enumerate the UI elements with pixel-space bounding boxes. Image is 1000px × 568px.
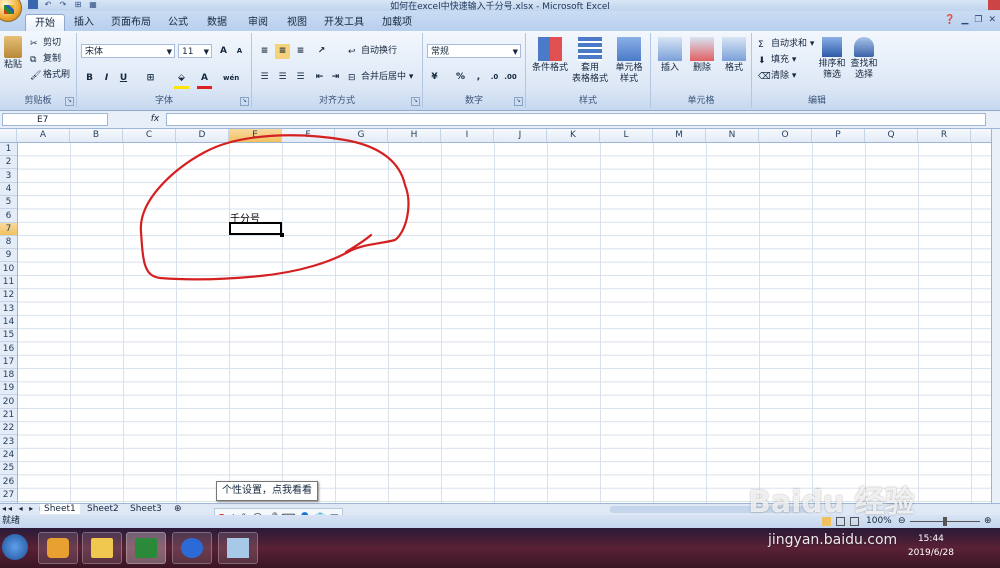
status-mode: 就绪 (2, 516, 21, 526)
sheet-tab-3[interactable]: Sheet3 (126, 504, 166, 514)
taskbar-excel[interactable] (126, 532, 166, 564)
vertical-scrollbar[interactable] (991, 129, 1000, 503)
start-button[interactable] (2, 534, 28, 560)
ime-tooltip: 个性设置，点我看看 (216, 481, 318, 501)
new-sheet-icon[interactable]: ⊕ (170, 504, 186, 514)
sheet-tab-1[interactable]: Sheet1 (40, 504, 80, 514)
taskbar-app[interactable] (218, 532, 258, 564)
baidu-watermark: Baidu 经验 jingyan.baidu.com (740, 455, 990, 563)
sheet-tab-2[interactable]: Sheet2 (83, 504, 123, 514)
watermark-url: jingyan.baidu.com (768, 532, 898, 548)
taskbar-messenger[interactable] (38, 532, 78, 564)
taskbar-browser[interactable] (172, 532, 212, 564)
watermark-brand: Baidu 经验 (748, 485, 915, 520)
taskbar-explorer[interactable] (82, 532, 122, 564)
